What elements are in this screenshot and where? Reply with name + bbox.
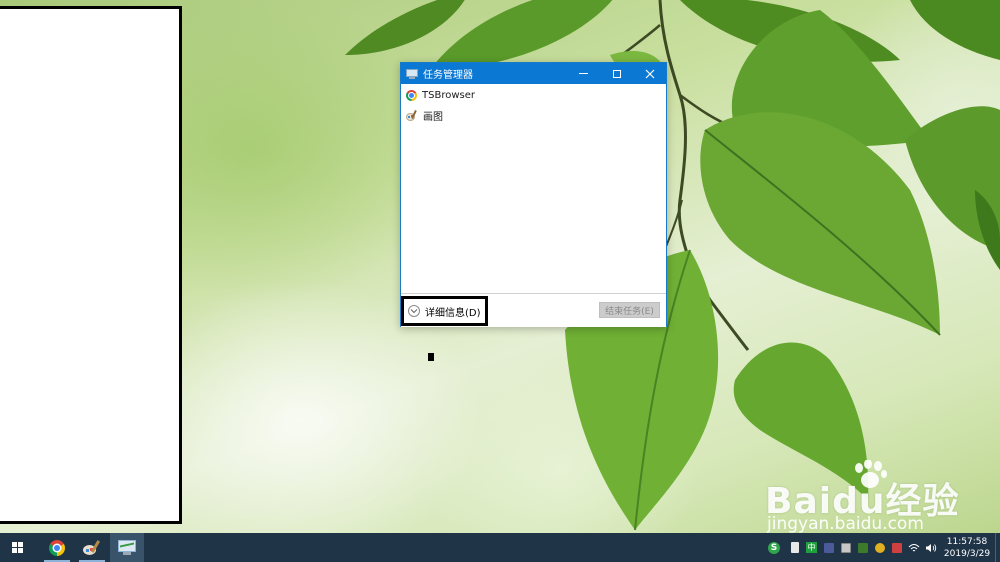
clock-time: 11:57:58 [946, 536, 988, 547]
more-details-button[interactable]: 详细信息(D) [401, 296, 488, 326]
window-title: 任务管理器 [423, 70, 473, 81]
security-icon [891, 542, 902, 553]
process-list[interactable]: TSBrowser 画图 [401, 85, 666, 293]
watermark-url: jingyan.baidu.com [767, 514, 924, 533]
task-manager-footer: 详细信息(D) 结束任务(E) [401, 293, 666, 327]
window-icon [840, 542, 851, 553]
minimize-button[interactable] [567, 63, 600, 84]
list-item[interactable]: TSBrowser [401, 85, 666, 105]
tray-volume[interactable] [922, 533, 939, 562]
ime-icon: 中 [806, 542, 817, 553]
chevron-down-icon [408, 305, 420, 317]
tray-sogou[interactable]: S [762, 533, 786, 562]
process-name: 画图 [423, 111, 443, 123]
sogou-icon: S [768, 541, 780, 554]
taskbar-chrome-button[interactable] [40, 533, 74, 562]
chrome-icon [406, 89, 417, 101]
cursor-icon [428, 353, 434, 361]
chrome-icon [49, 539, 65, 556]
note-icon [790, 542, 799, 553]
system-tray: S 中 11:57:58 2019/3/29 [762, 533, 1000, 562]
nvidia-icon [857, 542, 868, 553]
task-manager-titlebar[interactable]: 任务管理器 [401, 63, 666, 84]
more-details-label: 详细信息(D) [425, 307, 481, 319]
clock-date: 2019/3/29 [943, 548, 991, 559]
taskbar-clock[interactable]: 11:57:58 2019/3/29 [939, 533, 995, 562]
tray-network[interactable] [905, 533, 922, 562]
paint-icon [406, 109, 418, 121]
list-item[interactable]: 画图 [401, 105, 666, 125]
start-button[interactable] [0, 533, 36, 562]
tray-app-4[interactable] [871, 533, 888, 562]
maximize-button[interactable] [600, 63, 633, 84]
desktop: Baidu经验 jingyan.baidu.com 任务管理器 TSBrowse… [0, 0, 1000, 533]
tray-app-5[interactable] [888, 533, 905, 562]
process-name: TSBrowser [422, 89, 475, 101]
tray-ime[interactable]: 中 [803, 533, 820, 562]
close-button[interactable] [633, 63, 666, 84]
speaker-icon [925, 543, 936, 552]
tray-app-1[interactable] [820, 533, 837, 562]
show-desktop-button[interactable] [995, 533, 1000, 562]
qq-icon [874, 542, 885, 553]
maximize-icon [612, 69, 621, 78]
taskbar-paint-button[interactable] [75, 533, 109, 562]
end-task-button[interactable]: 结束任务(E) [599, 302, 660, 318]
taskbar-task-manager-button[interactable] [110, 533, 144, 562]
tray-app-3[interactable] [854, 533, 871, 562]
paint-icon [83, 539, 101, 556]
app-icon [823, 542, 834, 553]
tray-app-2[interactable] [837, 533, 854, 562]
task-manager-icon [118, 540, 136, 555]
close-icon [645, 69, 654, 78]
wifi-icon [908, 543, 919, 551]
tray-notes[interactable] [786, 533, 803, 562]
minimize-icon [579, 73, 588, 74]
task-manager-window[interactable]: 任务管理器 TSBrowser 画图 详细信息(D) 结束任务(E) [400, 62, 667, 327]
windows-logo-icon [12, 541, 24, 554]
white-panel [0, 6, 182, 524]
baidu-watermark: Baidu经验 jingyan.baidu.com [765, 458, 990, 533]
task-manager-icon [406, 68, 418, 79]
taskbar: S 中 11:57:58 2019/3/29 [0, 533, 1000, 562]
